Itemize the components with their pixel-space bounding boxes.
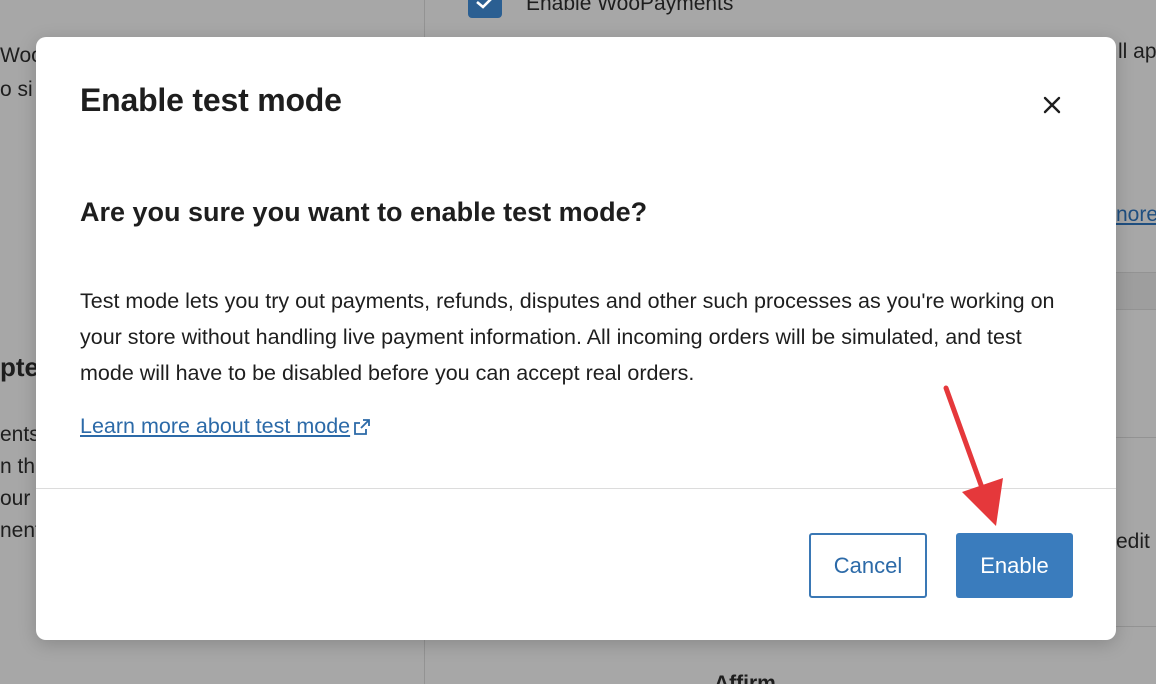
dialog-subtitle: Are you sure you want to enable test mod… [80, 197, 648, 227]
background-text-fragment: edit [1116, 530, 1150, 553]
background-text-fragment: ents [0, 423, 40, 446]
background-row-divider [1116, 626, 1156, 627]
background-affirm-label: Affirm [714, 672, 776, 684]
background-text-fragment: nent [0, 519, 41, 542]
learn-more-link-label: Learn more about test mode [80, 414, 351, 438]
enable-woopayments-checkbox[interactable] [468, 0, 502, 18]
external-link-icon [354, 418, 371, 435]
background-row-divider [1116, 437, 1156, 438]
background-heading-fragment: pte [0, 352, 39, 382]
dialog-footer-divider [36, 488, 1116, 489]
learn-more-link[interactable]: Learn more about test mode [80, 414, 371, 439]
close-icon [1043, 96, 1061, 114]
background-text-fragment: n th [0, 455, 36, 478]
dialog-body-text: Test mode lets you try out payments, ref… [80, 289, 1055, 385]
background-row-divider [1116, 309, 1156, 310]
enable-button[interactable]: Enable [956, 533, 1073, 598]
checkmark-icon [476, 0, 492, 9]
enable-woopayments-label: Enable WooPayments [526, 0, 734, 15]
cancel-button[interactable]: Cancel [809, 533, 927, 598]
enable-test-mode-dialog: Enable test mode Are you sure you want t… [36, 37, 1116, 640]
background-text-fragment: ll ap [1118, 40, 1156, 63]
background-link-fragment[interactable]: nore [1116, 203, 1156, 227]
close-button[interactable] [1032, 85, 1072, 125]
page: Wool o si pte ents n th our nent Enable … [0, 0, 1156, 684]
dialog-title: Enable test mode [80, 82, 342, 118]
background-text-fragment: our [0, 487, 31, 510]
background-row-band [1116, 273, 1156, 309]
background-text-fragment: o si [0, 78, 33, 101]
